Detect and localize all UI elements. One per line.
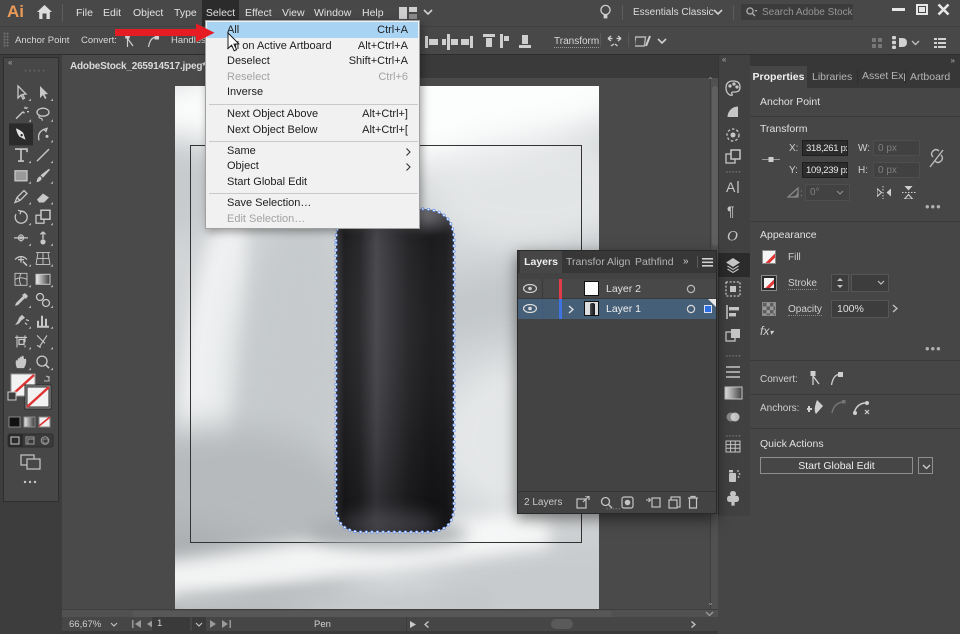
svg-text:A: A [726, 179, 736, 195]
svg-text:O: O [727, 229, 738, 245]
svg-text:¶: ¶ [727, 203, 735, 219]
